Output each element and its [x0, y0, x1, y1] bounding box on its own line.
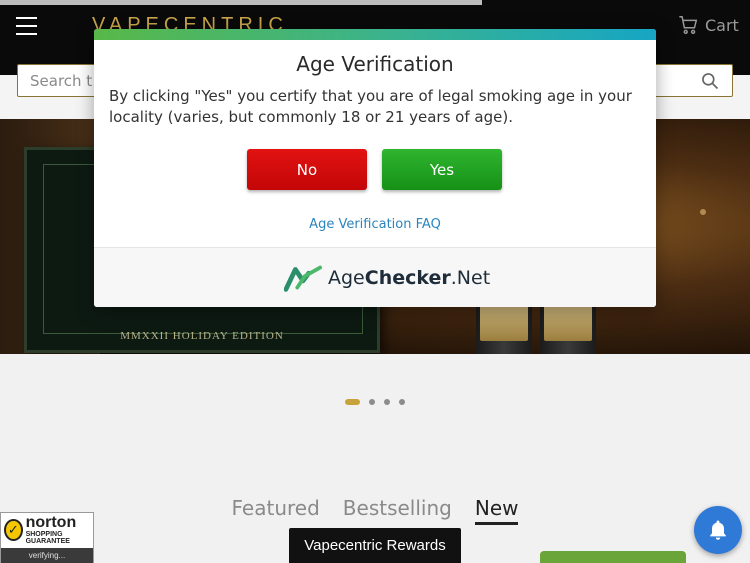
brand-bold: Checker — [364, 267, 451, 289]
yes-button[interactable]: Yes — [382, 149, 502, 190]
modal-message: By clicking "Yes" you certify that you a… — [109, 87, 632, 126]
no-button[interactable]: No — [247, 149, 367, 190]
modal-title: Age Verification — [296, 52, 454, 76]
age-verification-faq-link[interactable]: Age Verification FAQ — [94, 217, 656, 232]
agechecker-brand-text: AgeChecker.Net — [328, 267, 490, 289]
brand-prefix: Age — [328, 267, 365, 289]
agechecker-brand[interactable]: AgeChecker.Net — [284, 264, 490, 292]
modal-accent-bar — [94, 29, 656, 40]
agechecker-logo-icon — [284, 265, 322, 292]
brand-suffix: .Net — [450, 267, 491, 289]
age-verification-modal: Age Verification By clicking "Yes" you c… — [94, 29, 656, 307]
modal-footer: AgeChecker.Net — [94, 247, 656, 307]
